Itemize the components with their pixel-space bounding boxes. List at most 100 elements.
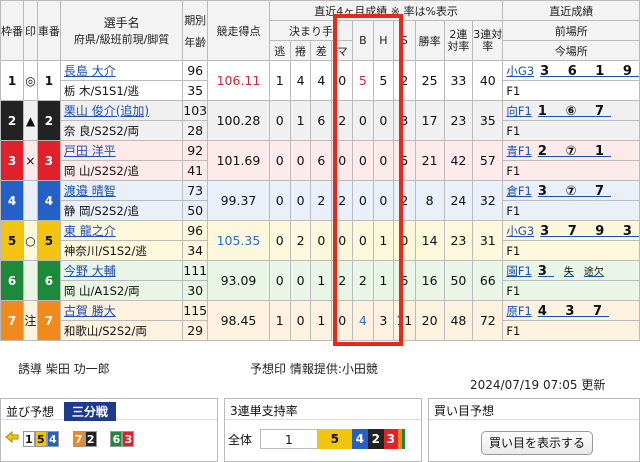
- line-groups: 154 72 63: [1, 420, 217, 447]
- s-count: 6: [393, 260, 416, 301]
- prev-venue[interactable]: 倉F1: [506, 184, 531, 198]
- now-grade: F1: [502, 280, 640, 301]
- col-recent-header: 直近4ヶ月成績 ※ 率は%表示: [268, 0, 504, 21]
- car-2: 2: [36, 100, 61, 141]
- col-mark-header: 印: [23, 0, 38, 61]
- prev-venue-link[interactable]: 向F1 1 ⑥ 7: [502, 100, 640, 121]
- racer-pref: 岡 山/S2S2/追: [59, 160, 184, 181]
- h-count: 0: [372, 180, 395, 221]
- prev-results: 3 6 1 9: [540, 63, 639, 79]
- prev-venue-link[interactable]: 原F1 4 3 7: [502, 300, 640, 321]
- racecard-table: 枠番 印 車番 選手名 府県/級班前現/脚質 期別 年齢 競走得点 直近4ヶ月成…: [0, 0, 640, 341]
- mark-6: [23, 260, 38, 301]
- term: 111: [182, 260, 209, 281]
- racer-pref: 栃 木/S1S1/逃: [59, 80, 184, 101]
- sashi: 1: [310, 300, 333, 341]
- racer-name-link[interactable]: 戸田 洋平: [59, 140, 184, 161]
- h-count: 5: [372, 60, 395, 101]
- term: 115: [182, 300, 209, 321]
- mark-count: 2: [331, 260, 354, 301]
- support-panel-title: 3連単支持率: [225, 399, 421, 420]
- mark-3: ×: [23, 140, 38, 181]
- b-count: 5: [352, 60, 374, 101]
- racer-name-link[interactable]: 東 龍之介: [59, 220, 184, 241]
- buy-panel-title: 買い目予想: [429, 399, 639, 420]
- support-segment-5: 5: [317, 429, 352, 449]
- racer-name-link[interactable]: 古賀 勝大: [59, 300, 184, 321]
- racer-name-link[interactable]: 長島 大介: [59, 60, 184, 81]
- prev-venue[interactable]: 原F1: [506, 304, 531, 318]
- racer-pref: 岡 山/A1S2/両: [59, 280, 184, 301]
- support-segment-4: 4: [351, 429, 368, 449]
- score: 106.11: [207, 60, 270, 101]
- score: 98.45: [207, 300, 270, 341]
- racer-row-5: 5 ○ 5 東 龍之介 96 105.35 0 2 0 0 0 1 0 14 2…: [0, 220, 640, 261]
- now-grade: F1: [502, 200, 640, 221]
- b-count: 0: [352, 180, 374, 221]
- show-buy-button[interactable]: 買い目を表示する: [481, 431, 593, 455]
- score: 100.28: [207, 100, 270, 141]
- makuri: 0: [289, 260, 312, 301]
- prediction-provider: 予想印 情報提供:小田競: [250, 362, 378, 376]
- col-mark-kimarite-header: マ: [331, 40, 354, 61]
- col-win2-header: 2連対率: [443, 20, 474, 61]
- mark-count: 2: [331, 100, 354, 141]
- mark-count: 2: [331, 180, 354, 221]
- racer-pref: 静 岡/S2S2/追: [59, 200, 184, 221]
- sashi: 6: [310, 100, 333, 141]
- col-win-header: 勝率: [414, 20, 445, 61]
- mark-2: ▲: [23, 100, 38, 141]
- racer-name-link[interactable]: 今野 大輔: [59, 260, 184, 281]
- prev-venue[interactable]: 小G3: [506, 64, 534, 78]
- col-now-header: 今場所: [502, 40, 640, 61]
- score: 99.37: [207, 180, 270, 221]
- mark-4: [23, 180, 38, 221]
- prev-venue-link[interactable]: 小G3 3 7 9 3: [502, 220, 640, 241]
- col-name-header: 選手名 府県/級班前現/脚質: [59, 0, 184, 61]
- racer-name-link[interactable]: 渡邉 晴智: [59, 180, 184, 201]
- age: 29: [182, 320, 209, 341]
- score: 101.69: [207, 140, 270, 181]
- sashi: 6: [310, 140, 333, 181]
- prev-results: 3 ⑦ 7: [537, 183, 611, 199]
- col-term-header: 期別 年齢: [182, 0, 209, 61]
- makuri: 2: [289, 220, 312, 261]
- b-count: 0: [352, 100, 374, 141]
- col-sashi-header: 差: [310, 40, 333, 61]
- line-group-1: 154: [22, 430, 59, 447]
- support-segment-2: 2: [367, 429, 384, 449]
- waku-2: 2: [0, 100, 24, 141]
- nige: 0: [268, 220, 291, 261]
- mark-count: 0: [331, 60, 354, 101]
- car-6: 6: [36, 260, 61, 301]
- col-car-header: 車番: [36, 0, 61, 61]
- sashi: 4: [310, 60, 333, 101]
- prev-venue-link[interactable]: 園F1 3 失途欠: [502, 260, 640, 281]
- makuri: 4: [289, 60, 312, 101]
- prev-venue-link[interactable]: 倉F1 3 ⑦ 7: [502, 180, 640, 201]
- s-count: 0: [393, 220, 416, 261]
- s-count: 2: [393, 180, 416, 221]
- win2-rate: 24: [443, 180, 474, 221]
- updated-timestamp: 2024/07/19 07:05 更新: [470, 378, 606, 392]
- prev-venue[interactable]: 向F1: [506, 104, 531, 118]
- racer-name-link[interactable]: 栗山 俊介(追加): [59, 100, 184, 121]
- mark-1: ◎: [23, 60, 38, 101]
- win2-rate: 23: [443, 220, 474, 261]
- prev-venue-link[interactable]: 小G3 3 6 1 9: [502, 60, 640, 81]
- age: 30: [182, 280, 209, 301]
- h-count: 1: [372, 260, 395, 301]
- tab-sanbunsen[interactable]: 三分戦: [63, 402, 116, 421]
- col-b-header: B: [352, 20, 374, 61]
- mark-count: 0: [331, 140, 354, 181]
- prev-venue-link[interactable]: 青F1 2 ⑦ 1: [502, 140, 640, 161]
- col-s-header: S: [393, 20, 416, 61]
- prev-venue[interactable]: 小G3: [506, 224, 534, 238]
- age: 50: [182, 200, 209, 221]
- col-makuri-header: 捲: [289, 40, 312, 61]
- prev-venue[interactable]: 青F1: [506, 144, 531, 158]
- prev-venue[interactable]: 園F1: [506, 264, 531, 278]
- sashi: 1: [310, 260, 333, 301]
- col-score-header: 競走得点: [207, 0, 270, 61]
- s-count: 2: [393, 60, 416, 101]
